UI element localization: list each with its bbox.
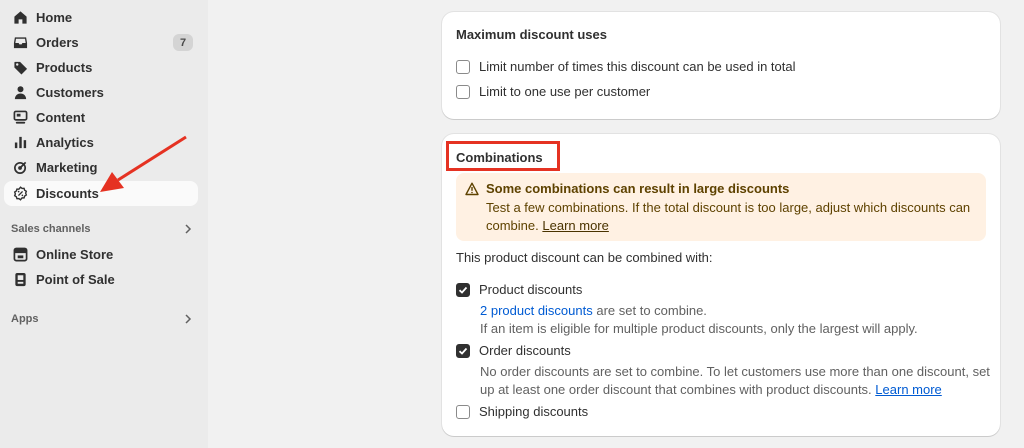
combinations-highlight-box (446, 141, 560, 171)
orders-count-badge: 7 (173, 34, 193, 51)
sidebar-item-products[interactable]: Products (4, 55, 198, 80)
sidebar-item-label: Online Store (36, 247, 114, 262)
limit-per-customer-checkbox[interactable] (456, 84, 470, 99)
order-discounts-help-line2: up at least one order discount that comb… (480, 381, 942, 398)
shipping-discounts-option[interactable]: Shipping discounts (456, 404, 588, 419)
sidebar-item-customers[interactable]: Customers (4, 80, 198, 105)
order-learn-more-link[interactable]: Learn more (875, 382, 941, 397)
order-discounts-help-line1: No order discounts are set to combine. T… (480, 364, 990, 379)
max-uses-title: Maximum discount uses (456, 27, 607, 42)
shipping-discounts-label: Shipping discounts (479, 404, 589, 419)
combine-intro: This product discount can be combined wi… (456, 250, 713, 265)
sidebar-item-label: Content (36, 110, 86, 125)
order-discounts-option[interactable]: Order discounts (456, 343, 571, 358)
warning-banner: Some combinations can result in large di… (456, 173, 986, 241)
sales-channels-header[interactable]: Sales channels (11, 220, 197, 238)
person-icon (12, 85, 28, 101)
home-icon (12, 10, 28, 26)
sidebar: Home Orders 7 Products Customers Content… (0, 0, 208, 448)
discount-icon (12, 186, 28, 202)
bar-chart-icon (12, 135, 28, 151)
sidebar-item-marketing[interactable]: Marketing (4, 155, 198, 180)
checkmark-icon (458, 347, 468, 355)
sidebar-item-label: Home (36, 10, 73, 25)
warning-title: Some combinations can result in large di… (486, 181, 790, 196)
sidebar-item-label: Orders (36, 35, 79, 50)
limit-per-customer-option[interactable]: Limit to one use per customer (456, 84, 650, 99)
sidebar-item-analytics[interactable]: Analytics (4, 130, 198, 155)
product-discounts-checkbox[interactable] (456, 282, 470, 297)
sidebar-item-home[interactable]: Home (4, 5, 198, 30)
limit-total-uses-option[interactable]: Limit number of times this discount can … (456, 59, 796, 74)
sidebar-item-point-of-sale[interactable]: Point of Sale (4, 267, 198, 292)
sidebar-item-orders[interactable]: Orders 7 (4, 30, 198, 55)
sidebar-item-online-store[interactable]: Online Store (4, 242, 198, 267)
product-discounts-option[interactable]: Product discounts (456, 282, 582, 297)
store-icon (12, 247, 28, 263)
warning-icon (465, 182, 479, 196)
pos-icon (12, 272, 28, 288)
sidebar-item-content[interactable]: Content (4, 105, 198, 130)
chevron-right-icon (185, 314, 192, 324)
target-icon (12, 160, 28, 176)
warning-body: Test a few combinations. If the total di… (486, 199, 981, 235)
banner-learn-more-link[interactable]: Learn more (542, 218, 608, 233)
sidebar-item-label: Analytics (36, 135, 94, 150)
product-discounts-help: 2 product discounts are set to combine. (480, 302, 707, 319)
order-discounts-label: Order discounts (479, 343, 571, 358)
sidebar-item-label: Marketing (36, 160, 98, 175)
apps-label: Apps (11, 313, 39, 325)
order-discounts-checkbox[interactable] (456, 343, 470, 358)
product-discounts-link[interactable]: 2 product discounts (480, 303, 593, 318)
limit-total-uses-label: Limit number of times this discount can … (479, 59, 796, 74)
sidebar-item-label: Point of Sale (36, 272, 115, 287)
shipping-discounts-checkbox[interactable] (456, 404, 470, 419)
limit-per-customer-label: Limit to one use per customer (479, 84, 651, 99)
max-uses-card: Maximum discount uses Limit number of ti… (442, 12, 1000, 119)
tag-icon (12, 60, 28, 76)
inbox-icon (12, 35, 28, 51)
sales-channels-label: Sales channels (11, 223, 91, 235)
sidebar-item-label: Discounts (36, 186, 99, 201)
chevron-right-icon (185, 224, 192, 234)
order-discounts-help-text: up at least one order discount that comb… (480, 382, 872, 397)
product-discounts-note: If an item is eligible for multiple prod… (480, 321, 918, 336)
sidebar-item-label: Customers (36, 85, 104, 100)
checkmark-icon (458, 286, 468, 294)
combinations-card: Combinations Some combinations can resul… (442, 134, 1000, 436)
content-icon (12, 110, 28, 126)
product-discounts-label: Product discounts (479, 282, 583, 297)
limit-total-uses-checkbox[interactable] (456, 59, 470, 74)
apps-header[interactable]: Apps (11, 310, 197, 328)
product-discounts-suffix: are set to combine. (596, 303, 707, 318)
sidebar-item-discounts[interactable]: Discounts (4, 181, 198, 206)
combine-intro-text: This product discount can be combined wi… (456, 250, 713, 265)
sidebar-item-label: Products (36, 60, 93, 75)
